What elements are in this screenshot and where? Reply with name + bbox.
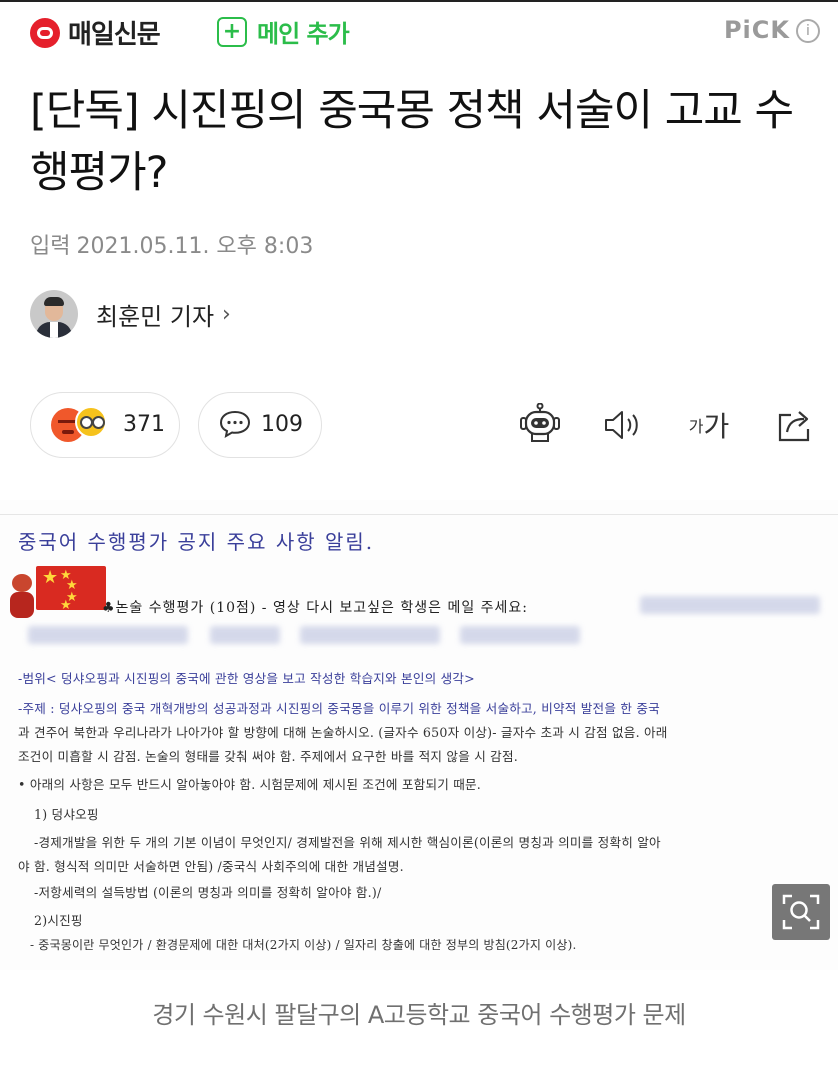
doc-line: 2)시진핑 bbox=[34, 913, 83, 928]
publish-date: 입력 2021.05.11. 오후 8:03 bbox=[30, 228, 313, 260]
wow-reaction-icon bbox=[75, 406, 107, 438]
reaction-button[interactable]: 371 bbox=[30, 392, 180, 458]
blurred-info bbox=[28, 626, 188, 644]
doc-line: - 중국몽이란 무엇인가 / 환경문제에 대한 대처(2가지 이상) / 일자리… bbox=[30, 938, 577, 952]
add-main-label: 메인 추가 bbox=[257, 20, 350, 48]
doc-line: -경제개발을 위한 두 개의 기본 이념이 무엇인지/ 경제발전을 위해 제시한… bbox=[34, 835, 661, 850]
blurred-info bbox=[460, 626, 580, 644]
doc-line: 과 견주어 북한과 우리나라가 나아가야 할 방향에 대해 논술하시오. (글자… bbox=[18, 725, 668, 740]
press-brand[interactable]: 매일신문 bbox=[30, 14, 161, 51]
date-value: 2021.05.11. 오후 8:03 bbox=[76, 234, 314, 259]
comment-count: 109 bbox=[261, 412, 303, 437]
blurred-info bbox=[210, 626, 280, 644]
author-link[interactable]: 최훈민 기자 › bbox=[30, 290, 231, 338]
doc-line: 조건이 미흡할 시 감점. 논술의 형태를 갖춰 써야 함. 주제에서 요구한 … bbox=[18, 749, 518, 764]
add-main-button[interactable]: + 메인 추가 bbox=[217, 14, 350, 49]
pick-badge: PiCK bbox=[723, 16, 790, 44]
image-caption: 경기 수원시 팔달구의 A고등학교 중국어 수행평가 문제 bbox=[152, 1001, 686, 1029]
doc-line: 1) 덩샤오핑 bbox=[34, 807, 99, 822]
font-size-small-glyph: 가 bbox=[688, 417, 704, 436]
top-border bbox=[0, 0, 838, 2]
read-aloud-bot-button[interactable] bbox=[516, 398, 564, 452]
magnify-icon bbox=[782, 894, 820, 930]
date-label: 입력 bbox=[30, 234, 71, 259]
doc-line: -주제 : 덩샤오핑의 중국 개혁개방의 성공과정과 시진핑의 중국몽을 이루기… bbox=[18, 701, 660, 716]
robot-read-icon bbox=[520, 403, 560, 442]
press-logo-icon bbox=[30, 17, 60, 48]
article-image[interactable]: 중국어 수행평가 공지 주요 사항 알림. ★ ★ ★ ★ ★ ♣논술 수행평가… bbox=[0, 500, 838, 970]
doc-line: -범위< 덩샤오핑과 시진핑의 중국에 관한 영상을 보고 작성한 학습지와 본… bbox=[18, 671, 475, 686]
reaction-count: 371 bbox=[123, 412, 165, 437]
author-name: 최훈민 기자 bbox=[96, 302, 215, 331]
chevron-right-icon: › bbox=[222, 301, 231, 327]
doc-line: • 아래의 사항은 모두 반드시 알아놓아야 함. 시험문제에 제시된 조건에 … bbox=[18, 777, 482, 792]
press-name: 매일신문 bbox=[68, 20, 161, 50]
doc-lead-line: ♣논술 수행평가 (10점) - 영상 다시 보고싶은 학생은 메일 주세요: bbox=[102, 600, 529, 616]
plus-icon: + bbox=[217, 16, 247, 47]
speaker-icon bbox=[605, 411, 638, 439]
avatar bbox=[30, 290, 78, 338]
comment-button[interactable]: 109 bbox=[198, 392, 322, 458]
doc-line: -저항세력의 설득방법 (이론의 명칭과 의미를 정확히 알아야 함.)/ bbox=[34, 885, 382, 900]
blurred-email bbox=[640, 596, 820, 614]
article-title: [단독] 시진핑의 중국몽 정책 서술이 고교 수행평가? bbox=[30, 86, 794, 198]
speaker-button[interactable] bbox=[600, 398, 646, 452]
app-header: 매일신문 + 메인 추가 PiCK i bbox=[0, 4, 838, 60]
share-button[interactable] bbox=[772, 398, 818, 452]
flag-character-illustration: ★ ★ ★ ★ ★ bbox=[6, 566, 106, 622]
doc-line: 야 함. 형식적 의미만 서술하면 안됨) /중국식 사회주의에 대한 개념설명… bbox=[18, 859, 404, 874]
zoom-button[interactable] bbox=[772, 884, 830, 940]
comment-bubble-icon bbox=[219, 410, 251, 438]
font-size-button[interactable]: 가가 bbox=[684, 398, 734, 452]
share-icon bbox=[778, 411, 810, 442]
doc-top-rule bbox=[0, 514, 838, 515]
blurred-info bbox=[300, 626, 440, 644]
info-icon[interactable]: i bbox=[796, 19, 820, 43]
font-size-big-glyph: 가 bbox=[703, 410, 730, 443]
doc-heading: 중국어 수행평가 공지 주요 사항 알림. bbox=[18, 530, 375, 554]
